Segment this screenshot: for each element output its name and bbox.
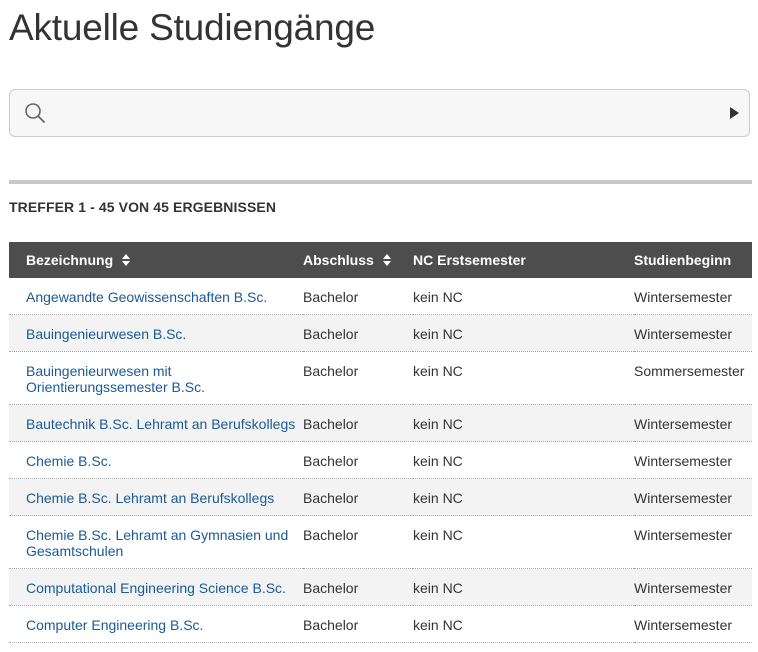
- degree-cell: Bachelor: [303, 314, 413, 352]
- table-row: Chemie B.Sc. Bachelor kein NC Winterseme…: [9, 441, 752, 479]
- divider: [9, 180, 752, 184]
- table-row: Computer Engineering B.Sc. Bachelor kein…: [9, 605, 752, 643]
- nc-cell: kein NC: [413, 314, 634, 352]
- table-row: Bautechnik B.Sc. Lehramt an Berufskolleg…: [9, 404, 752, 442]
- degree-cell: Bachelor: [303, 404, 413, 442]
- sort-icon[interactable]: [122, 254, 131, 266]
- table-header-row: Bezeichnung Abschluss NC Erstsemester St…: [9, 242, 752, 278]
- column-header-label: Abschluss: [303, 252, 374, 268]
- table-row: Bauingenieurwesen B.Sc. Bachelor kein NC…: [9, 314, 752, 352]
- start-cell: Wintersemester: [634, 314, 752, 352]
- column-header-abschluss[interactable]: Abschluss: [303, 242, 413, 278]
- start-cell: Wintersemester: [634, 605, 752, 643]
- table-row: Bauingenieurwesen mit Orientierungssemes…: [9, 351, 752, 405]
- start-cell: Wintersemester: [634, 568, 752, 606]
- nc-cell: kein NC: [413, 478, 634, 516]
- sort-icon[interactable]: [382, 254, 391, 266]
- program-link[interactable]: Chemie B.Sc. Lehramt an Gymnasien und Ge…: [26, 527, 288, 559]
- degree-cell: Bachelor: [303, 441, 413, 479]
- results-table: Bezeichnung Abschluss NC Erstsemester St…: [9, 242, 752, 643]
- degree-cell: Bachelor: [303, 478, 413, 516]
- search-box: [9, 89, 750, 137]
- nc-cell: kein NC: [413, 605, 634, 643]
- degree-cell: Bachelor: [303, 605, 413, 643]
- column-header-studienbeginn: Studienbeginn: [634, 242, 752, 278]
- start-cell: Wintersemester: [634, 515, 752, 569]
- column-header-label: NC Erstsemester: [413, 252, 526, 268]
- degree-cell: Bachelor: [303, 278, 413, 315]
- table-row: Chemie B.Sc. Lehramt an Gymnasien und Ge…: [9, 515, 752, 569]
- program-link[interactable]: Bauingenieurwesen B.Sc.: [26, 326, 186, 342]
- degree-cell: Bachelor: [303, 568, 413, 606]
- column-header-label: Bezeichnung: [26, 252, 114, 268]
- start-cell: Wintersemester: [634, 441, 752, 479]
- page-title: Aktuelle Studiengänge: [9, 7, 376, 48]
- nc-cell: kein NC: [413, 404, 634, 442]
- degree-cell: Bachelor: [303, 515, 413, 569]
- column-header-bezeichnung[interactable]: Bezeichnung: [9, 242, 303, 278]
- search-input[interactable]: [60, 96, 724, 132]
- search-icon: [25, 103, 45, 123]
- start-cell: Sommersemester: [634, 351, 752, 405]
- program-link[interactable]: Chemie B.Sc. Lehramt an Berufskollegs: [26, 490, 274, 506]
- program-link[interactable]: Computational Engineering Science B.Sc.: [26, 580, 286, 596]
- program-link[interactable]: Chemie B.Sc.: [26, 453, 112, 469]
- start-cell: Wintersemester: [634, 278, 752, 315]
- program-link[interactable]: Bauingenieurwesen mit Orientierungssemes…: [26, 363, 205, 395]
- nc-cell: kein NC: [413, 278, 634, 315]
- nc-cell: kein NC: [413, 515, 634, 569]
- table-row: Chemie B.Sc. Lehramt an Berufskollegs Ba…: [9, 478, 752, 516]
- program-link[interactable]: Computer Engineering B.Sc.: [26, 617, 203, 633]
- program-link[interactable]: Bautechnik B.Sc. Lehramt an Berufskolleg…: [26, 416, 295, 432]
- column-header-label: Studienbeginn: [634, 252, 732, 268]
- nc-cell: kein NC: [413, 351, 634, 405]
- start-cell: Wintersemester: [634, 404, 752, 442]
- nc-cell: kein NC: [413, 568, 634, 606]
- column-header-nc: NC Erstsemester: [413, 242, 634, 278]
- table-row: Angewandte Geowissenschaften B.Sc. Bache…: [9, 278, 752, 315]
- submit-arrow-icon[interactable]: [730, 107, 739, 119]
- program-link[interactable]: Angewandte Geowissenschaften B.Sc.: [26, 289, 267, 305]
- result-count: TREFFER 1 - 45 VON 45 ERGEBNISSEN: [9, 199, 277, 215]
- table-row: Computational Engineering Science B.Sc. …: [9, 568, 752, 606]
- nc-cell: kein NC: [413, 441, 634, 479]
- degree-cell: Bachelor: [303, 351, 413, 405]
- start-cell: Wintersemester: [634, 478, 752, 516]
